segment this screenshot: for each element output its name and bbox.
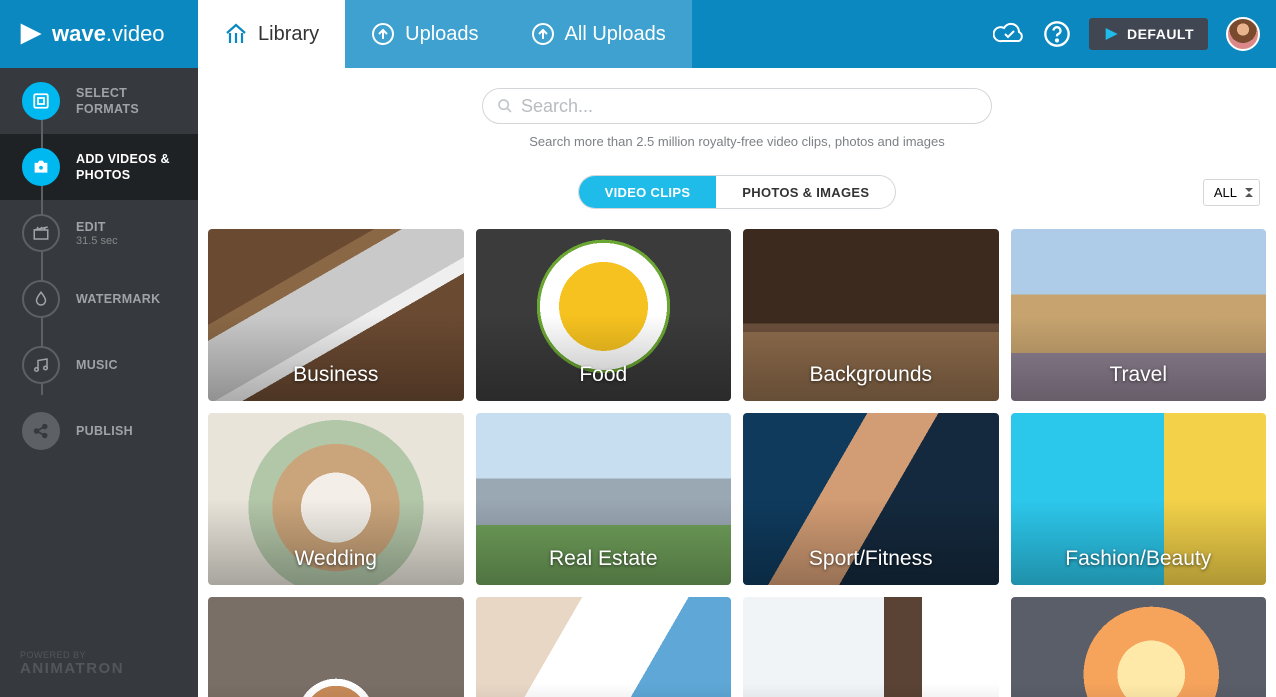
step-watermark[interactable]: WATERMARK [0,266,198,332]
logo[interactable]: wave.video [0,20,198,48]
filter-row: VIDEO CLIPS PHOTOS & IMAGES ALL [198,175,1276,209]
category-card[interactable]: Business [208,229,464,401]
default-label: DEFAULT [1127,26,1194,42]
home-icon [224,22,248,46]
tab-uploads[interactable]: Uploads [345,0,504,68]
tab-library[interactable]: Library [198,0,345,68]
category-card[interactable]: Food [476,229,732,401]
top-bar: wave.video Library Uploads All Uploads D… [0,0,1276,68]
clapper-icon [32,224,50,242]
play-icon [16,20,44,48]
step-select-formats[interactable]: SELECT FORMATS [0,68,198,134]
category-card[interactable]: Fashion/Beauty [1011,413,1267,585]
toggle-photos-images[interactable]: PHOTOS & IMAGES [716,176,895,208]
step-edit[interactable]: EDIT31.5 sec [0,200,198,266]
step-music[interactable]: MUSIC [0,332,198,398]
music-icon [32,356,50,374]
category-card[interactable] [476,597,732,697]
tabs: Library Uploads All Uploads [198,0,692,68]
share-icon [32,422,50,440]
tab-all-uploads[interactable]: All Uploads [505,0,692,68]
category-label: Food [579,363,627,387]
brand-b: .video [106,21,165,46]
search-box[interactable] [482,88,992,124]
category-label: Wedding [294,547,377,571]
category-card[interactable] [208,597,464,697]
category-label: Travel [1109,363,1167,387]
tab-label: Uploads [405,23,478,46]
tab-label: All Uploads [565,23,666,46]
camera-icon [32,158,50,176]
category-grid: Business Food Backgrounds Travel Wedding Real… [198,229,1276,697]
default-button[interactable]: DEFAULT [1089,18,1208,50]
step-add-videos[interactable]: ADD VIDEOS & PHOTOS [0,134,198,200]
step-label: EDIT [76,219,118,235]
category-card[interactable]: Backgrounds [743,229,999,401]
play-icon [1103,26,1119,42]
category-label: Business [293,363,378,387]
toggle-video-clips[interactable]: VIDEO CLIPS [579,176,717,208]
category-card[interactable]: Travel [1011,229,1267,401]
search-hint: Search more than 2.5 million royalty-fre… [529,134,945,149]
category-label: Sport/Fitness [809,547,933,571]
powered-label: POWERED BY [20,650,178,660]
cloud-check-icon [993,21,1025,47]
category-card[interactable] [743,597,999,697]
cloud-sync-button[interactable] [993,21,1025,47]
step-label: PUBLISH [76,423,133,439]
category-label: Real Estate [549,547,658,571]
category-label: Fashion/Beauty [1065,547,1211,571]
upload-icon [371,22,395,46]
powered-brand: ANIMATRON [20,660,178,677]
filter-select[interactable]: ALL [1203,179,1260,206]
tab-label: Library [258,23,319,46]
formats-icon [32,92,50,110]
help-icon [1043,20,1071,48]
category-label: Backgrounds [809,363,932,387]
help-button[interactable] [1043,20,1071,48]
search-area: Search more than 2.5 million royalty-fre… [198,68,1276,157]
powered-by: POWERED BY ANIMATRON [0,630,198,697]
step-label: SELECT FORMATS [76,85,184,118]
category-card[interactable]: Sport/Fitness [743,413,999,585]
main: Search more than 2.5 million royalty-fre… [198,68,1276,697]
category-card[interactable]: Real Estate [476,413,732,585]
top-right: DEFAULT [993,17,1276,51]
category-card[interactable]: Wedding [208,413,464,585]
step-label: WATERMARK [76,291,160,307]
search-input[interactable] [521,96,977,117]
step-publish[interactable]: PUBLISH [0,398,198,464]
avatar[interactable] [1226,17,1260,51]
droplet-icon [32,290,50,308]
step-label: ADD VIDEOS & PHOTOS [76,151,184,184]
search-icon [497,98,513,114]
category-card[interactable] [1011,597,1267,697]
step-sublabel: 31.5 sec [76,235,118,247]
step-label: MUSIC [76,357,118,373]
media-type-toggle: VIDEO CLIPS PHOTOS & IMAGES [578,175,897,209]
upload-icon [531,22,555,46]
brand-a: wave [52,21,106,46]
sidebar: SELECT FORMATS ADD VIDEOS & PHOTOS EDIT3… [0,68,198,697]
